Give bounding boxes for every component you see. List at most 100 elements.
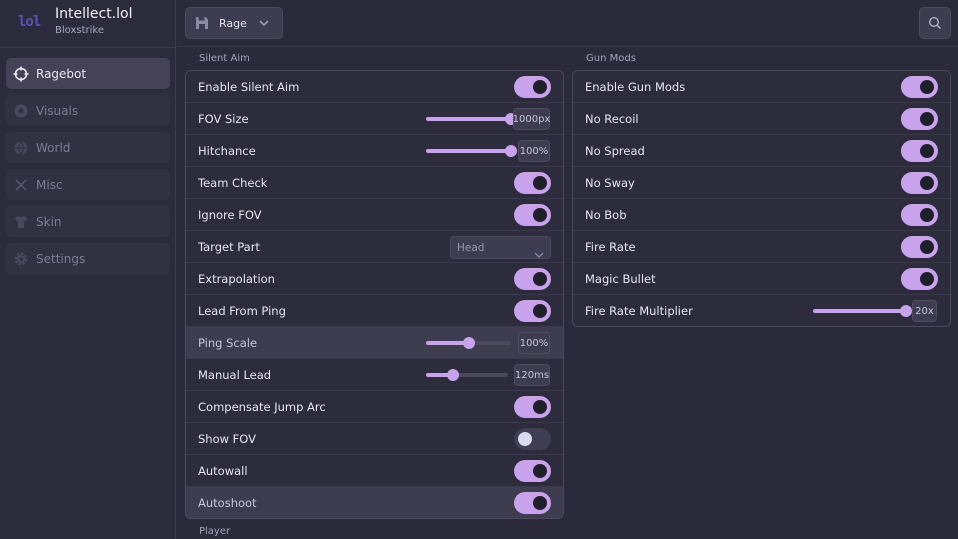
setting-label: No Spread [585,144,645,158]
setting-label: Lead From Ping [198,304,286,318]
toggle-knob [920,144,934,158]
no-spread-toggle[interactable] [901,140,938,162]
slider-thumb[interactable] [900,305,912,317]
sidebar-item-label: Skin [36,214,62,229]
setting-label: Ignore FOV [198,208,262,222]
config-label: Rage [219,16,247,30]
search-button[interactable] [919,7,951,39]
toggle-knob [533,272,547,286]
setting-row-show-fov: Show FOV [186,423,563,455]
no-bob-toggle[interactable] [901,204,938,226]
chevron-down-icon [259,20,269,26]
hitchance-slider[interactable] [426,145,517,157]
toggle-knob [533,496,547,510]
gun-mods-panel: Enable Gun Mods No Recoil No Spread No Sway… [572,70,951,327]
sidebar-item-visuals[interactable]: Visuals [6,95,170,126]
setting-row-fire-rate: Fire Rate [573,231,950,263]
setting-row-target-part: Target Part Head [186,231,563,263]
toggle-knob [920,112,934,126]
manual-lead-slider[interactable] [426,369,508,381]
hitchance-value[interactable]: 100% [518,140,550,162]
fire-rate-multiplier-value[interactable]: 20x [912,300,937,322]
slider-thumb[interactable] [462,337,475,349]
setting-label: Fire Rate [585,240,636,254]
extrapolation-toggle[interactable] [514,268,551,290]
sidebar-item-ragebot[interactable]: Ragebot [6,58,170,89]
no-sway-toggle[interactable] [901,172,938,194]
setting-label: Ping Scale [198,336,258,350]
brand-title: Intellect.lol [55,6,133,22]
sidebar-item-world[interactable]: World [6,132,170,163]
sidebar-item-label: Settings [36,251,86,266]
toggle-knob [533,208,547,222]
setting-label: Fire Rate Multiplier [585,304,693,318]
enable-silent-aim-toggle[interactable] [514,76,551,98]
no-recoil-toggle[interactable] [901,108,938,130]
setting-label: No Sway [585,176,635,190]
toggle-knob [920,208,934,222]
setting-row-manual-lead: Manual Lead 120ms [186,359,563,391]
sidebar-item-settings[interactable]: Settings [6,243,170,274]
chevron-down-icon [534,243,544,262]
lead-from-ping-toggle[interactable] [514,300,551,322]
manual-lead-value[interactable]: 120ms [514,364,550,386]
main-content: Rage Silent Aim Enable Silent Aim FOV Siz… [177,0,958,539]
sidebar-item-label: Visuals [36,103,79,118]
fire-rate-toggle[interactable] [901,236,938,258]
setting-row-fov-size: FOV Size 1000px [186,103,563,135]
ping-scale-value[interactable]: 100% [518,332,550,354]
toggle-knob [533,80,547,94]
toggle-knob [920,240,934,254]
fire-rate-multiplier-slider[interactable] [813,305,912,317]
sidebar-item-skin[interactable]: Skin [6,206,170,237]
globe-icon [12,139,30,157]
setting-row-compensate-jump-arc: Compensate Jump Arc [186,391,563,423]
sidebar-item-label: World [36,140,71,155]
sidebar-item-misc[interactable]: Misc [6,169,170,200]
team-check-toggle[interactable] [514,172,551,194]
autowall-toggle[interactable] [514,460,551,482]
toggle-knob [533,464,547,478]
setting-label: Hitchance [198,144,256,158]
setting-label: FOV Size [198,112,249,126]
slider-thumb[interactable] [447,369,460,381]
setting-label: Enable Gun Mods [585,80,686,94]
shirt-icon [12,213,30,231]
top-bar: Rage [177,0,958,47]
setting-row-hitchance: Hitchance 100% [186,135,563,167]
close-icon [12,176,30,194]
setting-row-no-recoil: No Recoil [573,103,950,135]
enable-gun-mods-toggle[interactable] [901,76,938,98]
setting-row-no-sway: No Sway [573,167,950,199]
toggle-knob [533,176,547,190]
setting-row-extrapolation: Extrapolation [186,263,563,295]
brand-logo: lol [18,14,41,30]
setting-label: Team Check [198,176,268,190]
crosshair-icon [12,65,30,83]
config-dropdown-button[interactable]: Rage [185,7,283,39]
setting-label: Manual Lead [198,368,272,382]
magic-bullet-toggle[interactable] [901,268,938,290]
dropdown-value: Head [457,242,485,254]
ping-scale-slider[interactable] [426,337,511,349]
setting-label: Show FOV [198,432,257,446]
autoshoot-toggle[interactable] [514,492,551,514]
toggle-knob [533,304,547,318]
slider-thumb[interactable] [505,145,517,157]
setting-row-ignore-fov: Ignore FOV [186,199,563,231]
setting-row-autowall: Autowall [186,455,563,487]
toggle-knob [518,432,532,446]
silent-aim-section-title: Silent Aim [199,53,250,64]
compensate-jump-arc-toggle[interactable] [514,396,551,418]
fov-size-slider[interactable] [426,113,517,125]
setting-row-enable-silent-aim: Enable Silent Aim [186,71,563,103]
setting-label: No Recoil [585,112,639,126]
setting-label: Extrapolation [198,272,275,286]
target-part-dropdown[interactable]: Head [450,236,551,259]
show-fov-toggle[interactable] [514,428,551,450]
ignore-fov-toggle[interactable] [514,204,551,226]
setting-row-lead-from-ping: Lead From Ping [186,295,563,327]
sidebar: lol Intellect.lol Bloxstrike Ragebot Vis… [0,0,176,539]
fov-size-value[interactable]: 1000px [513,108,550,130]
sidebar-item-label: Misc [36,177,63,192]
